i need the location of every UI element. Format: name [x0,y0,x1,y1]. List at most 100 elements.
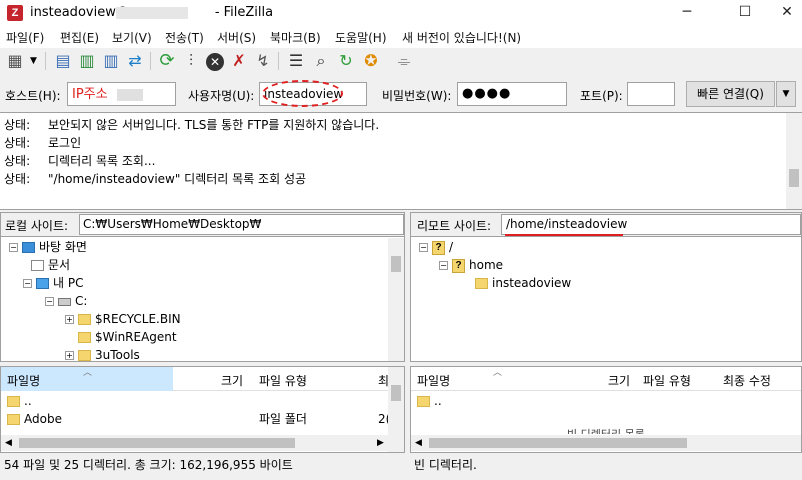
username-label: 사용자명(U): [188,89,255,103]
menu-bookmarks[interactable]: 북마크(B) [270,29,321,46]
local-path-input[interactable]: C:₩Users₩Home₩Desktop₩ [79,214,404,235]
local-site-label: 로컬 사이트: [5,219,69,233]
folder-icon [78,314,91,325]
tree-item-this-pc[interactable]: − 내 PC [9,274,379,292]
toggle-remote-tree-icon[interactable]: ▥ [100,50,122,72]
collapse-icon[interactable]: − [439,261,448,270]
port-input[interactable] [627,82,675,106]
tree-item-insteadoview[interactable]: insteadoview [419,274,789,292]
column-modified[interactable]: 최종 수정 [723,372,771,389]
menu-transfer[interactable]: 전송(T) [165,29,204,46]
site-manager-icon[interactable]: ▦ [4,50,26,72]
quickconnect-dropdown-button[interactable]: ▼ [776,81,796,107]
local-list-scrollbar[interactable] [388,367,404,452]
drive-icon [58,297,71,306]
remote-file-list: 파일명︿ 크기 파일 유형 최종 수정 .. 빈 디렉터리 목록 ◀ [410,366,802,453]
toggle-log-icon[interactable]: ▤ [52,50,74,72]
compare-icon[interactable]: ✪ [360,50,382,72]
password-input[interactable]: ●●●● [457,82,567,106]
filter-icon[interactable]: ☰ [285,50,307,72]
process-queue-icon[interactable]: ⫶ [180,50,202,72]
menu-file[interactable]: 파일(F) [6,29,44,46]
password-label: 비밀번호(W): [382,89,452,103]
tree-item-root[interactable]: −? / [419,238,789,256]
local-column-header: 파일명 ︿ 크기 파일 유형 최 [1,367,404,391]
column-type[interactable]: 파일 유형 [643,372,691,389]
menu-new-version[interactable]: 새 버전이 있습니다!(N) [402,29,521,46]
local-rows: .. Adobe 파일 폴더 2( [7,392,390,428]
folder-icon [475,278,488,289]
folder-icon [78,332,91,343]
sort-up-icon: ︿ [83,368,93,378]
scroll-right-icon[interactable]: ▶ [377,435,384,451]
tree-item-recycle-bin[interactable]: + $RECYCLE.BIN [9,310,379,328]
toolbar: ▦ ▼ ▤ ▥ ▥ ⇄ ⟳ ⫶ ✕ ✗ ↯ ☰ ⌕ ↻ ✪ ⌯ [0,48,802,76]
maximize-button[interactable]: ☐ [722,0,768,26]
tree-item-desktop[interactable]: − 바탕 화면 [9,238,379,256]
search-icon[interactable]: ⌕ [310,50,332,72]
tree-item-home[interactable]: −? home [419,256,789,274]
remote-status-bar: 빈 디렉터리. [410,454,802,476]
collapse-icon[interactable]: − [419,243,428,252]
expand-icon[interactable]: + [65,315,74,324]
local-tree: − 바탕 화면 문서 − 내 PC − C: + $RECYCLE.BIN $WinRE… [9,238,379,364]
sort-up-icon: ︿ [493,368,503,378]
chevron-down-icon[interactable]: ▼ [30,56,37,66]
scroll-thumb[interactable] [391,256,401,272]
reconnect-icon[interactable]: ↯ [252,50,274,72]
table-row[interactable]: .. [7,392,387,410]
refresh-icon[interactable]: ⟳ [156,50,178,72]
table-row[interactable]: Adobe 파일 폴더 2( [7,410,390,428]
column-filename[interactable]: 파일명 ︿ [1,367,173,391]
disconnect-icon[interactable]: ✗ [228,50,250,72]
scroll-left-icon[interactable]: ◀ [5,435,12,451]
menu-server[interactable]: 서버(S) [217,29,256,46]
scroll-thumb[interactable] [429,438,687,448]
expand-icon[interactable]: + [65,351,74,360]
desktop-icon [22,242,35,253]
tree-item-c-drive[interactable]: − C: [9,292,379,310]
filezilla-logo-icon: Z [7,5,23,21]
local-tree-pane: 로컬 사이트: C:₩Users₩Home₩Desktop₩ − 바탕 화면 문서… [0,212,405,362]
close-button[interactable]: ✕ [764,0,802,26]
column-size[interactable]: 크기 [221,372,243,389]
table-row[interactable]: .. [417,392,777,410]
remote-tree-pane: 리모트 사이트: /home/insteadoview −? / −? home i… [410,212,802,362]
remote-path-input[interactable]: /home/insteadoview [501,214,801,235]
menu-view[interactable]: 보기(V) [112,29,152,46]
tree-item-documents[interactable]: 문서 [9,256,379,274]
scroll-thumb[interactable] [19,438,295,448]
remote-horizontal-scrollbar[interactable]: ◀ [411,435,801,451]
local-horizontal-scrollbar[interactable]: ◀ ▶ [1,435,388,451]
collapse-icon[interactable]: − [23,279,32,288]
column-filename[interactable]: 파일명 ︿ [417,368,502,389]
tree-item-winreagent[interactable]: $WinREAgent [9,328,379,346]
local-site-bar: 로컬 사이트: C:₩Users₩Home₩Desktop₩ [1,213,404,237]
scroll-thumb[interactable] [789,169,799,187]
transfer-queue-icon[interactable]: ⇄ [124,50,146,72]
quickconnect-button[interactable]: 빠른 연결(Q) [686,81,775,107]
folder-icon [7,396,20,407]
menu-help[interactable]: 도움말(H) [335,29,387,46]
scroll-left-icon[interactable]: ◀ [415,435,422,451]
document-icon [31,260,44,271]
toggle-local-tree-icon[interactable]: ▥ [76,50,98,72]
local-tree-scrollbar[interactable] [388,238,404,361]
local-file-list: 파일명 ︿ 크기 파일 유형 최 .. Adobe 파일 폴더 2( ◀ ▶ [0,366,405,453]
minimize-button[interactable]: ─ [664,0,710,26]
cancel-icon[interactable]: ✕ [204,50,226,72]
menu-edit[interactable]: 편집(E) [60,29,99,46]
log-scrollbar[interactable] [786,113,802,209]
host-input[interactable]: IP주소 [67,82,176,106]
scroll-thumb[interactable] [391,385,401,401]
log-row: 상태: 디렉터리 목록 조회... [4,154,156,168]
empty-directory-notice: 빈 디렉터리 목록 [567,426,645,434]
column-size[interactable]: 크기 [608,372,630,389]
column-type[interactable]: 파일 유형 [259,372,307,389]
message-log: 상태: 보안되지 않은 서버입니다. TLS를 통한 FTP를 지원하지 않습니다… [0,112,802,210]
binoculars-icon[interactable]: ⌯ [393,50,415,72]
collapse-icon[interactable]: − [9,243,18,252]
collapse-icon[interactable]: − [45,297,54,306]
tree-item-3utools[interactable]: +3uTools [9,346,379,364]
sync-browse-icon[interactable]: ↻ [335,50,357,72]
